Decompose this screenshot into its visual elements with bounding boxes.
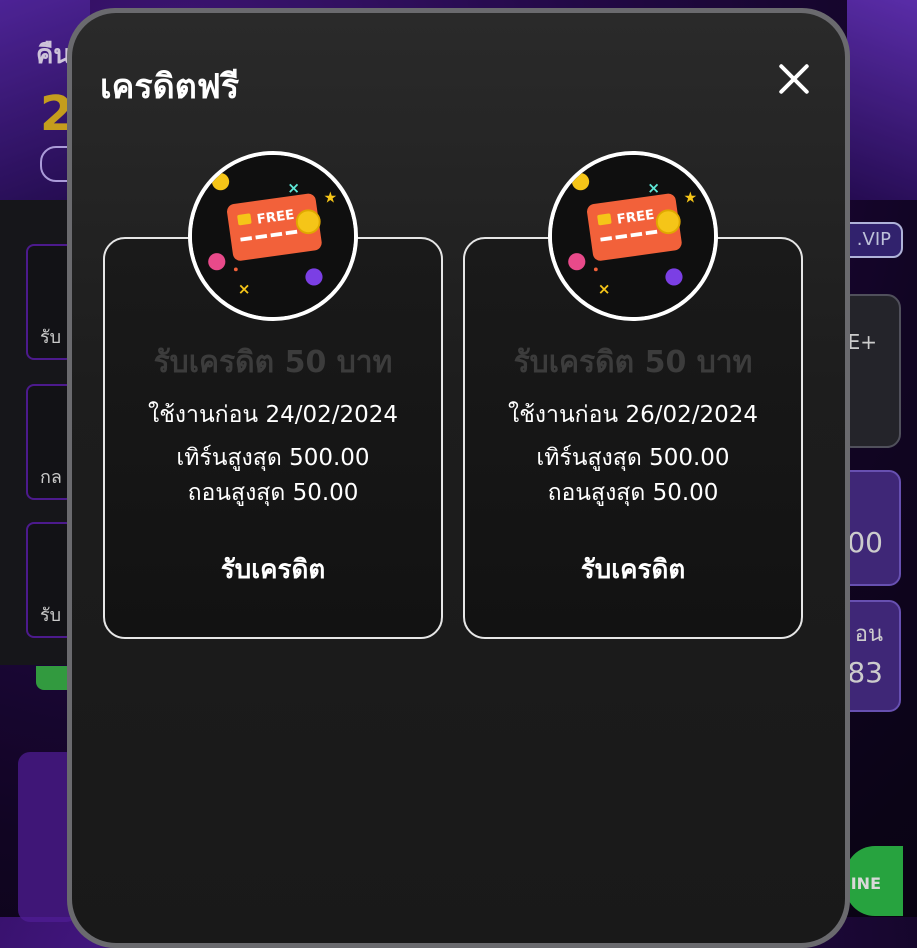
svg-text:×: ×	[238, 280, 251, 298]
free-credit-card-icon: FREE × × ★	[548, 151, 718, 321]
card-max-withdraw: ถอนสูงสุด 50.00	[547, 480, 719, 506]
card-max-withdraw: ถอนสูงสุด 50.00	[187, 480, 359, 506]
card-expire-date: ใช้งานก่อน 24/02/2024	[147, 402, 399, 428]
svg-text:★: ★	[684, 189, 698, 207]
credit-offer-card: FREE × × ★ รับเครดิต 50 บาท ใช้งานก่อน 2…	[463, 151, 803, 639]
card-expire-date: ใช้งานก่อน 26/02/2024	[507, 402, 759, 428]
modal-body: เครดิตฟรี FREE × × ★ รับเครดิต 50 บาท ใช…	[72, 13, 845, 943]
close-icon[interactable]	[772, 57, 816, 101]
credit-offer-card: FREE × × ★ รับเครดิต 50 บาท ใช้งานก่อน 2…	[103, 151, 443, 639]
claim-credit-button[interactable]: รับเครดิต	[209, 545, 337, 594]
svg-text:★: ★	[324, 189, 338, 207]
svg-text:×: ×	[598, 280, 611, 298]
svg-text:×: ×	[287, 179, 300, 197]
card-max-turnover: เทิร์นสูงสุด 500.00	[536, 445, 730, 471]
modal-title: เครดิตฟรี	[100, 67, 240, 107]
card-heading: รับเครดิต 50 บาท	[513, 345, 753, 380]
svg-text:×: ×	[647, 179, 660, 197]
card-max-turnover: เทิร์นสูงสุด 500.00	[176, 445, 370, 471]
free-credit-modal: เครดิตฟรี FREE × × ★ รับเครดิต 50 บาท ใช…	[67, 8, 850, 948]
free-credit-card-icon: FREE × × ★	[188, 151, 358, 321]
claim-credit-button[interactable]: รับเครดิต	[569, 545, 697, 594]
card-heading: รับเครดิต 50 บาท	[153, 345, 393, 380]
